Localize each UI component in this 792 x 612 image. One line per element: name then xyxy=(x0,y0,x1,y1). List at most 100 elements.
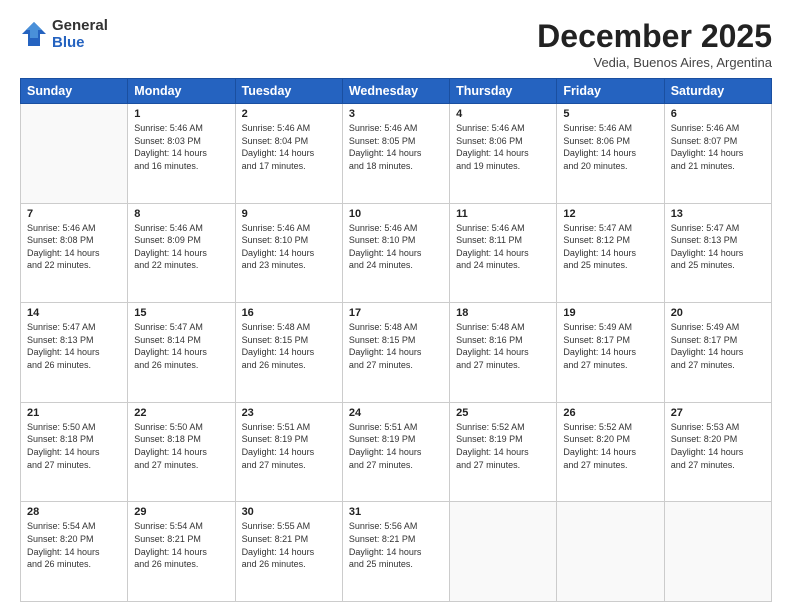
day-number: 14 xyxy=(27,307,121,319)
day-number: 24 xyxy=(349,407,443,419)
day-info: Sunrise: 5:51 AMSunset: 8:19 PMDaylight:… xyxy=(349,421,443,471)
calendar-week-row: 7 Sunrise: 5:46 AMSunset: 8:08 PMDaylight… xyxy=(21,203,772,303)
day-number: 21 xyxy=(27,407,121,419)
table-row: 22 Sunrise: 5:50 AMSunset: 8:18 PMDayligh… xyxy=(128,402,235,502)
day-number: 20 xyxy=(671,307,765,319)
table-row: 17Sunrise: 5:48 AMSunset: 8:15 PMDayligh… xyxy=(342,303,449,403)
table-row: 31 Sunrise: 5:56 AMSunset: 8:21 PMDayligh… xyxy=(342,502,449,602)
day-number: 9 xyxy=(242,208,336,220)
table-row: 6 Sunrise: 5:46 AMSunset: 8:07 PMDaylight… xyxy=(664,104,771,204)
day-info: Sunrise: 5:46 AMSunset: 8:10 PMDaylight:… xyxy=(349,222,443,272)
day-info: Sunrise: 5:50 AMSunset: 8:18 PMDaylight:… xyxy=(134,421,228,471)
day-number: 3 xyxy=(349,108,443,120)
day-info: Sunrise: 5:46 AMSunset: 8:03 PMDaylight:… xyxy=(134,122,228,172)
table-row: 2Sunrise: 5:46 AMSunset: 8:04 PMDaylight… xyxy=(235,104,342,204)
day-number: 18 xyxy=(456,307,550,319)
day-info: Sunrise: 5:48 AMSunset: 8:16 PMDaylight:… xyxy=(456,321,550,371)
table-row: 15Sunrise: 5:47 AMSunset: 8:14 PMDayligh… xyxy=(128,303,235,403)
table-row: 13Sunrise: 5:47 AMSunset: 8:13 PMDayligh… xyxy=(664,203,771,303)
table-row: 7 Sunrise: 5:46 AMSunset: 8:08 PMDaylight… xyxy=(21,203,128,303)
table-row: 16Sunrise: 5:48 AMSunset: 8:15 PMDayligh… xyxy=(235,303,342,403)
table-row: 27Sunrise: 5:53 AMSunset: 8:20 PMDayligh… xyxy=(664,402,771,502)
table-row xyxy=(557,502,664,602)
day-info: Sunrise: 5:46 AMSunset: 8:10 PMDaylight:… xyxy=(242,222,336,272)
table-row: 8Sunrise: 5:46 AMSunset: 8:09 PMDaylight… xyxy=(128,203,235,303)
day-info: Sunrise: 5:46 AMSunset: 8:04 PMDaylight:… xyxy=(242,122,336,172)
day-number: 26 xyxy=(563,407,657,419)
day-info: Sunrise: 5:51 AMSunset: 8:19 PMDaylight:… xyxy=(242,421,336,471)
calendar-body: 1 Sunrise: 5:46 AMSunset: 8:03 PMDaylight… xyxy=(21,104,772,602)
day-number: 22 xyxy=(134,407,228,419)
table-row: 25 Sunrise: 5:52 AMSunset: 8:19 PMDayligh… xyxy=(450,402,557,502)
day-number: 19 xyxy=(563,307,657,319)
table-row: 12 Sunrise: 5:47 AMSunset: 8:12 PMDayligh… xyxy=(557,203,664,303)
day-number: 17 xyxy=(349,307,443,319)
table-row: 10 Sunrise: 5:46 AMSunset: 8:10 PMDayligh… xyxy=(342,203,449,303)
calendar-week-row: 1 Sunrise: 5:46 AMSunset: 8:03 PMDaylight… xyxy=(21,104,772,204)
col-saturday: Saturday xyxy=(664,79,771,104)
calendar-week-row: 14 Sunrise: 5:47 AMSunset: 8:13 PMDayligh… xyxy=(21,303,772,403)
day-number: 29 xyxy=(134,506,228,518)
day-number: 7 xyxy=(27,208,121,220)
day-info: Sunrise: 5:46 AMSunset: 8:07 PMDaylight:… xyxy=(671,122,765,172)
day-info: Sunrise: 5:47 AMSunset: 8:13 PMDaylight:… xyxy=(27,321,121,371)
day-info: Sunrise: 5:52 AMSunset: 8:19 PMDaylight:… xyxy=(456,421,550,471)
day-number: 10 xyxy=(349,208,443,220)
location-subtitle: Vedia, Buenos Aires, Argentina xyxy=(537,55,772,70)
table-row: 3 Sunrise: 5:46 AMSunset: 8:05 PMDaylight… xyxy=(342,104,449,204)
calendar-week-row: 28Sunrise: 5:54 AMSunset: 8:20 PMDayligh… xyxy=(21,502,772,602)
day-info: Sunrise: 5:50 AMSunset: 8:18 PMDaylight:… xyxy=(27,421,121,471)
day-info: Sunrise: 5:46 AMSunset: 8:06 PMDaylight:… xyxy=(456,122,550,172)
calendar-header-row: Sunday Monday Tuesday Wednesday Thursday… xyxy=(21,79,772,104)
col-friday: Friday xyxy=(557,79,664,104)
table-row: 9 Sunrise: 5:46 AMSunset: 8:10 PMDaylight… xyxy=(235,203,342,303)
title-block: December 2025 Vedia, Buenos Aires, Argen… xyxy=(537,18,772,70)
day-number: 6 xyxy=(671,108,765,120)
col-wednesday: Wednesday xyxy=(342,79,449,104)
logo-icon xyxy=(20,20,48,48)
day-info: Sunrise: 5:46 AMSunset: 8:06 PMDaylight:… xyxy=(563,122,657,172)
month-year-title: December 2025 xyxy=(537,18,772,55)
day-info: Sunrise: 5:54 AMSunset: 8:21 PMDaylight:… xyxy=(134,520,228,570)
day-info: Sunrise: 5:46 AMSunset: 8:05 PMDaylight:… xyxy=(349,122,443,172)
day-info: Sunrise: 5:46 AMSunset: 8:11 PMDaylight:… xyxy=(456,222,550,272)
day-number: 25 xyxy=(456,407,550,419)
table-row: 23 Sunrise: 5:51 AMSunset: 8:19 PMDayligh… xyxy=(235,402,342,502)
table-row: 5 Sunrise: 5:46 AMSunset: 8:06 PMDaylight… xyxy=(557,104,664,204)
logo-text: General Blue xyxy=(52,18,108,51)
day-number: 1 xyxy=(134,108,228,120)
day-info: Sunrise: 5:47 AMSunset: 8:14 PMDaylight:… xyxy=(134,321,228,371)
day-info: Sunrise: 5:55 AMSunset: 8:21 PMDaylight:… xyxy=(242,520,336,570)
table-row: 11 Sunrise: 5:46 AMSunset: 8:11 PMDayligh… xyxy=(450,203,557,303)
table-row: 26 Sunrise: 5:52 AMSunset: 8:20 PMDayligh… xyxy=(557,402,664,502)
table-row: 19Sunrise: 5:49 AMSunset: 8:17 PMDayligh… xyxy=(557,303,664,403)
table-row: 28Sunrise: 5:54 AMSunset: 8:20 PMDayligh… xyxy=(21,502,128,602)
col-monday: Monday xyxy=(128,79,235,104)
table-row: 14 Sunrise: 5:47 AMSunset: 8:13 PMDayligh… xyxy=(21,303,128,403)
logo-general: General xyxy=(52,18,108,35)
logo: General Blue xyxy=(20,18,108,51)
day-number: 12 xyxy=(563,208,657,220)
day-info: Sunrise: 5:52 AMSunset: 8:20 PMDaylight:… xyxy=(563,421,657,471)
col-sunday: Sunday xyxy=(21,79,128,104)
day-number: 23 xyxy=(242,407,336,419)
day-number: 31 xyxy=(349,506,443,518)
day-info: Sunrise: 5:56 AMSunset: 8:21 PMDaylight:… xyxy=(349,520,443,570)
table-row: 18 Sunrise: 5:48 AMSunset: 8:16 PMDayligh… xyxy=(450,303,557,403)
day-number: 5 xyxy=(563,108,657,120)
day-info: Sunrise: 5:53 AMSunset: 8:20 PMDaylight:… xyxy=(671,421,765,471)
table-row xyxy=(450,502,557,602)
day-number: 11 xyxy=(456,208,550,220)
col-thursday: Thursday xyxy=(450,79,557,104)
day-info: Sunrise: 5:46 AMSunset: 8:08 PMDaylight:… xyxy=(27,222,121,272)
day-info: Sunrise: 5:47 AMSunset: 8:12 PMDaylight:… xyxy=(563,222,657,272)
table-row: 29 Sunrise: 5:54 AMSunset: 8:21 PMDayligh… xyxy=(128,502,235,602)
table-row xyxy=(21,104,128,204)
day-number: 4 xyxy=(456,108,550,120)
table-row: 30Sunrise: 5:55 AMSunset: 8:21 PMDayligh… xyxy=(235,502,342,602)
table-row: 4 Sunrise: 5:46 AMSunset: 8:06 PMDaylight… xyxy=(450,104,557,204)
day-number: 8 xyxy=(134,208,228,220)
day-number: 13 xyxy=(671,208,765,220)
day-info: Sunrise: 5:54 AMSunset: 8:20 PMDaylight:… xyxy=(27,520,121,570)
day-info: Sunrise: 5:48 AMSunset: 8:15 PMDaylight:… xyxy=(242,321,336,371)
